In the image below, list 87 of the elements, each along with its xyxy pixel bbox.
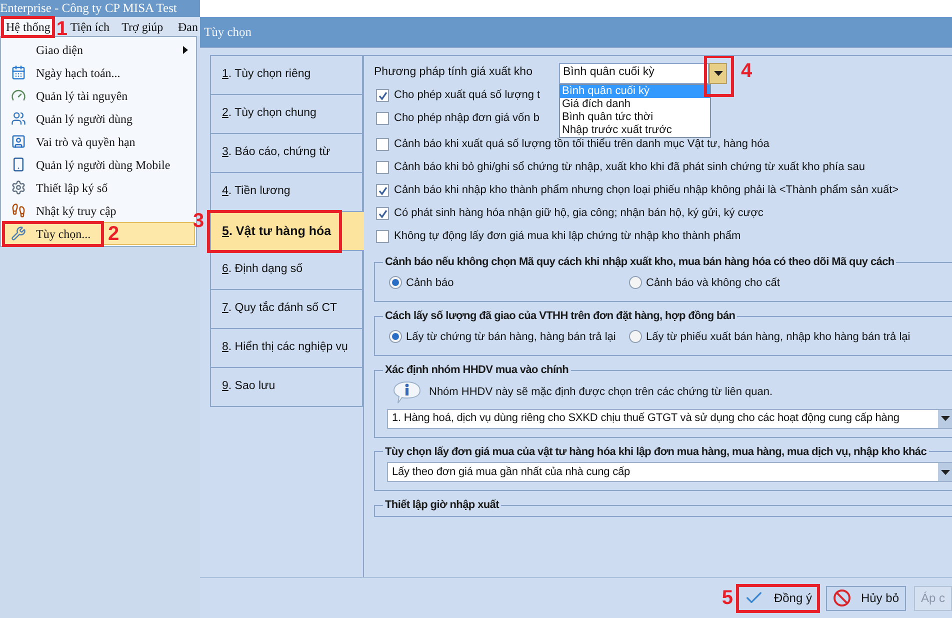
- menu-item-label: Ngày hạch toán...: [36, 64, 120, 82]
- combo-box[interactable]: 1. Hàng hoá, dịch vụ dùng riêng cho SXKD chịu thuế GTGT và sử dụng cho các hoạt động cung cấp hàng: [387, 408, 952, 428]
- menu-bar-item[interactable]: Đan: [176, 18, 200, 36]
- stop-icon: [832, 589, 851, 607]
- menu-bar-item[interactable]: Trợ giúp: [120, 18, 166, 36]
- users-icon: [10, 111, 26, 126]
- dropdown-option[interactable]: Nhập trước xuất trước: [560, 124, 710, 136]
- footprints-icon: [10, 203, 26, 218]
- menu-item-label: Quản lý người dùng: [36, 110, 133, 128]
- radio-label: Lấy từ chứng từ bán hàng, hàng bán trả lại: [406, 330, 616, 344]
- checkbox-label: Cảnh báo khi xuất quá số lượng tồn tối thiểu trên danh mục Vật tư, hàng hóa: [394, 137, 770, 152]
- nav-tab[interactable]: 6. Định dạng số: [211, 251, 363, 290]
- radio-button[interactable]: [389, 276, 402, 290]
- dropdown-option[interactable]: Giá đích danh: [560, 98, 710, 110]
- combo-box[interactable]: Lấy theo đơn giá mua gần nhất của nhà cung cấp: [387, 462, 952, 482]
- menu-item-label: Vai trò và quyền hạn: [36, 134, 136, 150]
- nav-tab[interactable]: 2. Tùy chọn chung: [211, 95, 363, 134]
- checkbox[interactable]: [376, 138, 389, 151]
- menu-item-label: Thiết lập ký số: [36, 180, 108, 196]
- nav-tab[interactable]: 9. Sao lưu: [211, 368, 363, 407]
- nav-tab[interactable]: 5. Vật tư hàng hóa: [211, 212, 364, 251]
- checkbox[interactable]: [376, 230, 389, 243]
- checkbox[interactable]: [376, 207, 389, 220]
- callout-number: 4: [741, 60, 752, 80]
- group-title: Cách lấy số lượng đã giao của VTHH trên đơn đặt hàng, hợp đồng bán: [384, 309, 736, 324]
- checkbox[interactable]: [376, 184, 389, 197]
- menu-item-label: Nhật ký truy cập: [36, 202, 116, 220]
- dialog-button[interactable]: Hủy bỏ: [826, 586, 906, 610]
- checkbox-label: Cảnh báo khi bỏ ghi/ghi sổ chứng từ nhập, xuất kho khi đã phát sinh chứng từ xuất kho phía sau: [394, 160, 865, 176]
- calendar-icon: [10, 65, 26, 80]
- nav-tab[interactable]: 1. Tùy chọn riêng: [211, 56, 363, 95]
- menu-item[interactable]: Vai trò và quyền hạn: [2, 130, 195, 153]
- user-card-icon: [10, 134, 26, 149]
- menu-item[interactable]: Thiết lập ký số: [2, 176, 195, 199]
- menu-item[interactable]: Quản lý người dùng Mobile: [2, 153, 195, 176]
- checkbox-label: Cho phép xuất quá số lượng t: [394, 88, 540, 104]
- nav-tab[interactable]: 8. Hiển thị các nghiệp vụ: [211, 329, 363, 368]
- gauge-icon: [10, 88, 26, 103]
- group-title: Thiết lập giờ nhập xuất: [384, 498, 500, 513]
- checkbox-label: Không tự động lấy đơn giá mua khi lập chứng từ nhập kho thành phẩm: [394, 229, 741, 244]
- menu-item-label: Quản lý người dùng Mobile: [36, 156, 170, 174]
- nav-tab[interactable]: 7. Quy tắc đánh số CT: [211, 290, 363, 329]
- group-title: Cảnh báo nếu không chọn Mã quy cách khi nhập xuất kho, mua bán hàng hóa có theo dõi Mã quy cách: [384, 255, 896, 270]
- radio-button[interactable]: [629, 330, 642, 344]
- menu-item-label: Quản lý tài nguyên: [36, 88, 128, 104]
- radio-label: Cảnh báo: [406, 276, 454, 290]
- radio-button[interactable]: [629, 276, 642, 290]
- radio-label: Lấy từ phiếu xuất bán hàng, nhập kho hàng bán trả lại: [646, 330, 910, 344]
- caret-icon: [940, 416, 950, 421]
- dropdown-button[interactable]: [709, 62, 727, 84]
- menu-item-label: Tùy chọn...: [36, 226, 91, 242]
- checkbox-label: Cho phép nhập đơn giá vốn b: [394, 111, 540, 126]
- info-icon: [393, 380, 421, 404]
- menu-item[interactable]: Nhật ký truy cập: [2, 199, 195, 222]
- menu-item[interactable]: Ngày hạch toán...: [2, 61, 195, 84]
- callout-frame: [1, 16, 56, 38]
- checkbox-label: Cảnh báo khi nhập kho thành phẩm nhưng chọn loại phiếu nhập không phải là <Thành phẩm sản xuất>: [394, 183, 899, 198]
- group-title: Tùy chọn lấy đơn giá mua của vật tư hàng hóa khi lập đơn mua hàng, mua hàng, mua dịch vụ, nhập kho khác: [384, 444, 928, 460]
- group-title: Xác định nhóm HHDV mua vào chính: [384, 363, 570, 378]
- menu-item[interactable]: Quản lý tài nguyên: [2, 84, 195, 107]
- phone-icon: [10, 157, 26, 172]
- checkbox-label: Có phát sinh hàng hóa nhận giữ hộ, gia công; nhận bán hộ, ký gửi, ký cược: [394, 206, 764, 222]
- field-label: Phương pháp tính giá xuất kho: [374, 65, 534, 80]
- dialog-title-bar: Tùy chọn: [200, 17, 952, 47]
- dropdown-option[interactable]: Bình quân tức thời: [560, 110, 710, 124]
- menu-item-label: Giao diện: [36, 42, 83, 58]
- radio-button[interactable]: [389, 330, 402, 344]
- caret-icon: [714, 70, 722, 76]
- menu-item[interactable]: Giao diện: [2, 38, 195, 61]
- menu-bar-item[interactable]: Tiện ích: [68, 18, 112, 36]
- checkbox[interactable]: [376, 112, 389, 125]
- info-note: Nhóm HHDV này sẽ mặc định được chọn trên các chứng từ liên quan.: [429, 385, 773, 400]
- callout-number: 5: [722, 588, 733, 608]
- dialog-button[interactable]: Đồng ý: [738, 586, 818, 610]
- callout-number: 3: [193, 211, 204, 231]
- nav-tab[interactable]: 3. Báo cáo, chứng từ: [211, 134, 363, 173]
- menu-item[interactable]: Quản lý người dùng: [2, 107, 195, 130]
- checkbox[interactable]: [376, 161, 389, 174]
- costing-combo-box[interactable]: Bình quân cuối kỳ: [559, 62, 709, 84]
- app-title-bar: Enterprise - Công ty CP MISA Test: [0, 0, 200, 17]
- checkbox[interactable]: [376, 89, 389, 102]
- caret-icon: [940, 470, 950, 474]
- tools-icon: [10, 226, 26, 241]
- callout-number: 1: [56, 18, 68, 38]
- callout-number: 2: [108, 224, 120, 244]
- gear-icon: [10, 180, 26, 195]
- radio-label: Cảnh báo và không cho cất: [646, 276, 780, 290]
